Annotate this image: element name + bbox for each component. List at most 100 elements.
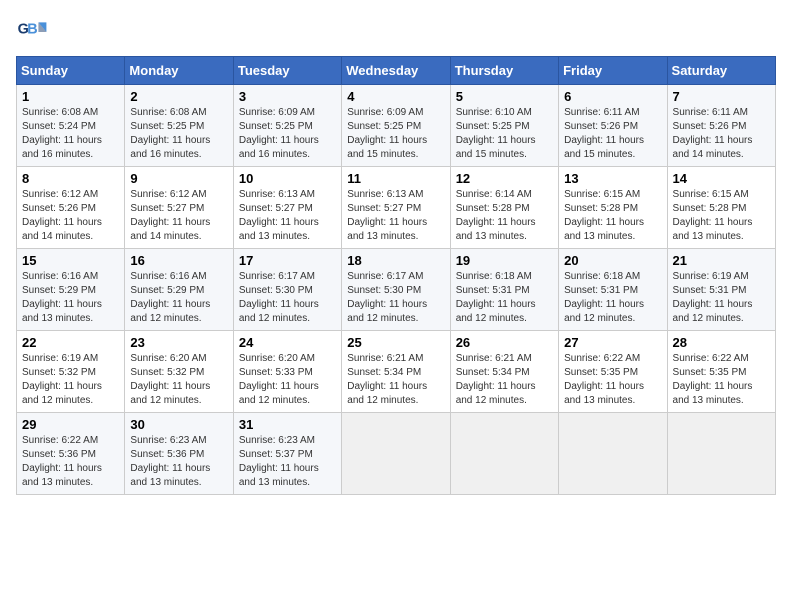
weekday-header-monday: Monday: [125, 57, 233, 85]
day-number: 28: [673, 335, 770, 350]
day-detail: Sunrise: 6:23 AMSunset: 5:36 PMDaylight:…: [130, 435, 210, 488]
day-detail: Sunrise: 6:11 AMSunset: 5:26 PMDaylight:…: [564, 107, 644, 160]
calendar-cell: 6 Sunrise: 6:11 AMSunset: 5:26 PMDayligh…: [559, 85, 667, 167]
day-detail: Sunrise: 6:12 AMSunset: 5:27 PMDaylight:…: [130, 189, 210, 242]
day-number: 21: [673, 253, 770, 268]
day-number: 6: [564, 89, 661, 104]
calendar-cell: 30 Sunrise: 6:23 AMSunset: 5:36 PMDaylig…: [125, 413, 233, 495]
day-detail: Sunrise: 6:08 AMSunset: 5:24 PMDaylight:…: [22, 107, 102, 160]
day-number: 17: [239, 253, 336, 268]
calendar-cell: 18 Sunrise: 6:17 AMSunset: 5:30 PMDaylig…: [342, 249, 450, 331]
day-number: 19: [456, 253, 553, 268]
day-number: 25: [347, 335, 444, 350]
day-detail: Sunrise: 6:19 AMSunset: 5:31 PMDaylight:…: [673, 271, 753, 324]
day-number: 2: [130, 89, 227, 104]
calendar-cell: 1 Sunrise: 6:08 AMSunset: 5:24 PMDayligh…: [17, 85, 125, 167]
day-number: 11: [347, 171, 444, 186]
calendar-cell: 25 Sunrise: 6:21 AMSunset: 5:34 PMDaylig…: [342, 331, 450, 413]
weekday-header-thursday: Thursday: [450, 57, 558, 85]
day-detail: Sunrise: 6:23 AMSunset: 5:37 PMDaylight:…: [239, 435, 319, 488]
calendar-cell: 9 Sunrise: 6:12 AMSunset: 5:27 PMDayligh…: [125, 167, 233, 249]
calendar-cell: 4 Sunrise: 6:09 AMSunset: 5:25 PMDayligh…: [342, 85, 450, 167]
day-detail: Sunrise: 6:08 AMSunset: 5:25 PMDaylight:…: [130, 107, 210, 160]
calendar-cell: 3 Sunrise: 6:09 AMSunset: 5:25 PMDayligh…: [233, 85, 341, 167]
calendar-week-row: 15 Sunrise: 6:16 AMSunset: 5:29 PMDaylig…: [17, 249, 776, 331]
day-detail: Sunrise: 6:20 AMSunset: 5:32 PMDaylight:…: [130, 353, 210, 406]
calendar-week-row: 22 Sunrise: 6:19 AMSunset: 5:32 PMDaylig…: [17, 331, 776, 413]
calendar-cell: [667, 413, 775, 495]
day-number: 22: [22, 335, 119, 350]
calendar-cell: 22 Sunrise: 6:19 AMSunset: 5:32 PMDaylig…: [17, 331, 125, 413]
day-number: 26: [456, 335, 553, 350]
day-detail: Sunrise: 6:09 AMSunset: 5:25 PMDaylight:…: [347, 107, 427, 160]
day-detail: Sunrise: 6:21 AMSunset: 5:34 PMDaylight:…: [347, 353, 427, 406]
calendar-cell: 27 Sunrise: 6:22 AMSunset: 5:35 PMDaylig…: [559, 331, 667, 413]
day-number: 1: [22, 89, 119, 104]
calendar-cell: 16 Sunrise: 6:16 AMSunset: 5:29 PMDaylig…: [125, 249, 233, 331]
day-detail: Sunrise: 6:17 AMSunset: 5:30 PMDaylight:…: [347, 271, 427, 324]
day-detail: Sunrise: 6:22 AMSunset: 5:36 PMDaylight:…: [22, 435, 102, 488]
day-number: 15: [22, 253, 119, 268]
calendar-cell: 21 Sunrise: 6:19 AMSunset: 5:31 PMDaylig…: [667, 249, 775, 331]
calendar-cell: 17 Sunrise: 6:17 AMSunset: 5:30 PMDaylig…: [233, 249, 341, 331]
weekday-header-wednesday: Wednesday: [342, 57, 450, 85]
calendar-cell: 23 Sunrise: 6:20 AMSunset: 5:32 PMDaylig…: [125, 331, 233, 413]
logo-icon: G B: [16, 16, 48, 48]
day-detail: Sunrise: 6:09 AMSunset: 5:25 PMDaylight:…: [239, 107, 319, 160]
day-detail: Sunrise: 6:22 AMSunset: 5:35 PMDaylight:…: [564, 353, 644, 406]
day-detail: Sunrise: 6:10 AMSunset: 5:25 PMDaylight:…: [456, 107, 536, 160]
day-detail: Sunrise: 6:20 AMSunset: 5:33 PMDaylight:…: [239, 353, 319, 406]
day-detail: Sunrise: 6:12 AMSunset: 5:26 PMDaylight:…: [22, 189, 102, 242]
calendar-cell: 29 Sunrise: 6:22 AMSunset: 5:36 PMDaylig…: [17, 413, 125, 495]
calendar-cell: 7 Sunrise: 6:11 AMSunset: 5:26 PMDayligh…: [667, 85, 775, 167]
calendar-cell: 28 Sunrise: 6:22 AMSunset: 5:35 PMDaylig…: [667, 331, 775, 413]
day-number: 23: [130, 335, 227, 350]
weekday-header-row: SundayMondayTuesdayWednesdayThursdayFrid…: [17, 57, 776, 85]
day-detail: Sunrise: 6:19 AMSunset: 5:32 PMDaylight:…: [22, 353, 102, 406]
calendar-cell: 8 Sunrise: 6:12 AMSunset: 5:26 PMDayligh…: [17, 167, 125, 249]
day-number: 12: [456, 171, 553, 186]
calendar-cell: 15 Sunrise: 6:16 AMSunset: 5:29 PMDaylig…: [17, 249, 125, 331]
day-number: 27: [564, 335, 661, 350]
calendar-cell: 20 Sunrise: 6:18 AMSunset: 5:31 PMDaylig…: [559, 249, 667, 331]
day-number: 24: [239, 335, 336, 350]
calendar-cell: 19 Sunrise: 6:18 AMSunset: 5:31 PMDaylig…: [450, 249, 558, 331]
day-detail: Sunrise: 6:15 AMSunset: 5:28 PMDaylight:…: [673, 189, 753, 242]
calendar-body: 1 Sunrise: 6:08 AMSunset: 5:24 PMDayligh…: [17, 85, 776, 495]
day-number: 20: [564, 253, 661, 268]
day-number: 31: [239, 417, 336, 432]
day-detail: Sunrise: 6:13 AMSunset: 5:27 PMDaylight:…: [239, 189, 319, 242]
day-number: 29: [22, 417, 119, 432]
calendar-week-row: 8 Sunrise: 6:12 AMSunset: 5:26 PMDayligh…: [17, 167, 776, 249]
calendar-cell: 13 Sunrise: 6:15 AMSunset: 5:28 PMDaylig…: [559, 167, 667, 249]
calendar-week-row: 1 Sunrise: 6:08 AMSunset: 5:24 PMDayligh…: [17, 85, 776, 167]
svg-text:B: B: [27, 22, 37, 38]
day-detail: Sunrise: 6:22 AMSunset: 5:35 PMDaylight:…: [673, 353, 753, 406]
header: G B: [16, 16, 776, 48]
calendar-cell: [342, 413, 450, 495]
day-number: 16: [130, 253, 227, 268]
day-detail: Sunrise: 6:18 AMSunset: 5:31 PMDaylight:…: [564, 271, 644, 324]
day-number: 3: [239, 89, 336, 104]
calendar-cell: 5 Sunrise: 6:10 AMSunset: 5:25 PMDayligh…: [450, 85, 558, 167]
calendar-cell: 10 Sunrise: 6:13 AMSunset: 5:27 PMDaylig…: [233, 167, 341, 249]
day-detail: Sunrise: 6:11 AMSunset: 5:26 PMDaylight:…: [673, 107, 753, 160]
calendar-cell: 24 Sunrise: 6:20 AMSunset: 5:33 PMDaylig…: [233, 331, 341, 413]
day-number: 13: [564, 171, 661, 186]
calendar-cell: 11 Sunrise: 6:13 AMSunset: 5:27 PMDaylig…: [342, 167, 450, 249]
day-detail: Sunrise: 6:18 AMSunset: 5:31 PMDaylight:…: [456, 271, 536, 324]
calendar-cell: 31 Sunrise: 6:23 AMSunset: 5:37 PMDaylig…: [233, 413, 341, 495]
calendar-cell: 26 Sunrise: 6:21 AMSunset: 5:34 PMDaylig…: [450, 331, 558, 413]
calendar-cell: 14 Sunrise: 6:15 AMSunset: 5:28 PMDaylig…: [667, 167, 775, 249]
calendar-cell: 2 Sunrise: 6:08 AMSunset: 5:25 PMDayligh…: [125, 85, 233, 167]
day-number: 9: [130, 171, 227, 186]
day-detail: Sunrise: 6:16 AMSunset: 5:29 PMDaylight:…: [130, 271, 210, 324]
day-number: 7: [673, 89, 770, 104]
day-detail: Sunrise: 6:16 AMSunset: 5:29 PMDaylight:…: [22, 271, 102, 324]
weekday-header-friday: Friday: [559, 57, 667, 85]
day-detail: Sunrise: 6:14 AMSunset: 5:28 PMDaylight:…: [456, 189, 536, 242]
day-detail: Sunrise: 6:21 AMSunset: 5:34 PMDaylight:…: [456, 353, 536, 406]
logo: G B: [16, 16, 52, 48]
day-number: 18: [347, 253, 444, 268]
calendar-cell: 12 Sunrise: 6:14 AMSunset: 5:28 PMDaylig…: [450, 167, 558, 249]
